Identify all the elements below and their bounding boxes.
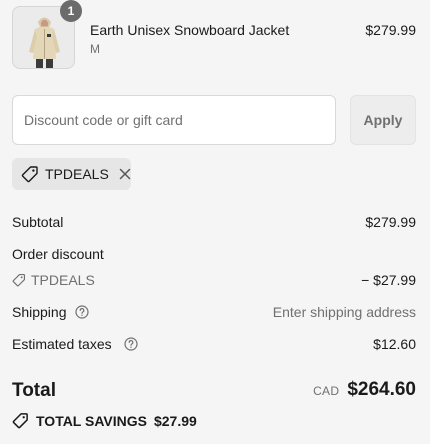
product-variant: M [90,42,100,56]
total-savings-value: $27.99 [153,412,197,429]
order-discount-label: Order discount [12,246,104,262]
help-icon[interactable] [75,305,89,319]
order-discount-code-row: TPDEALS [12,272,95,288]
shipping-value: Enter shipping address [272,304,416,320]
product-name: Earth Unisex Snowboard Jacket [90,22,290,38]
taxes-label-row: Estimated taxes [12,336,138,352]
remove-discount-button[interactable] [119,168,131,180]
order-discount-value: − $27.99 [361,272,416,288]
applied-discount-tag: TPDEALS [12,158,131,190]
total-label: Total [12,380,56,401]
applied-discount-code: TPDEALS [45,166,109,182]
tag-icon [12,273,26,287]
close-icon [119,168,131,180]
subtotal-value: $279.99 [365,214,416,230]
total-savings-label: TOTAL SAVINGS [36,412,147,429]
total-value: CAD $264.60 [313,379,416,401]
subtotal-label: Subtotal [12,214,64,230]
shipping-label: Shipping [12,304,67,320]
quantity-badge: 1 [60,0,82,22]
help-icon[interactable] [123,337,138,351]
total-amount: $264.60 [347,379,416,400]
order-discount-code: TPDEALS [31,272,95,288]
total-savings: TOTAL SAVINGS $27.99 [12,412,197,429]
product-price: $279.99 [365,22,416,38]
taxes-label: Estimated taxes [12,336,112,352]
total-currency: CAD [313,384,340,398]
tag-icon [12,413,28,429]
taxes-value: $12.60 [373,336,416,352]
tag-icon [21,166,38,183]
shipping-label-row: Shipping [12,304,89,320]
discount-code-input[interactable] [12,95,336,145]
apply-discount-button[interactable]: Apply [350,95,416,145]
